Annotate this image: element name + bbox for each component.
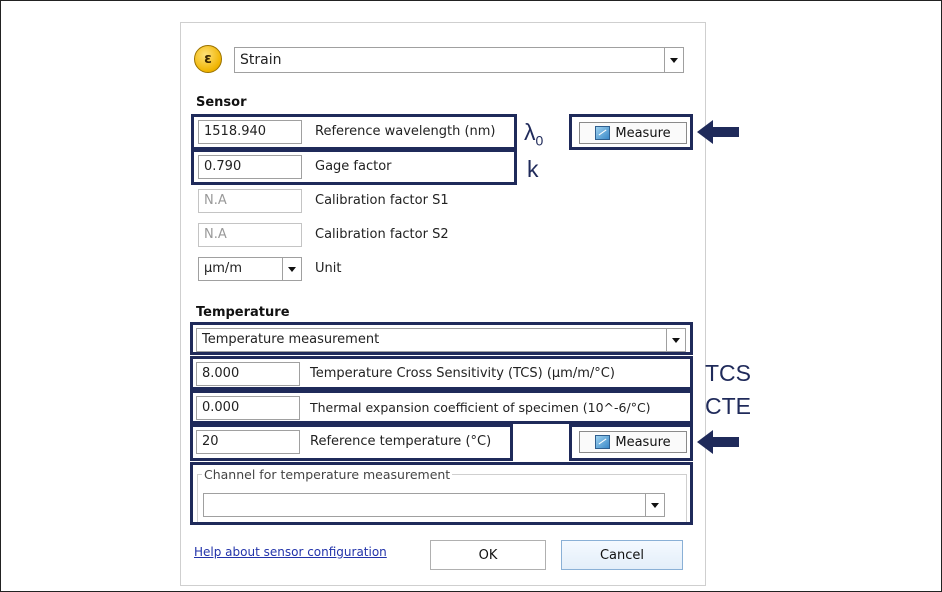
highlight-box-gage-factor (191, 149, 517, 185)
annotation-cte: CTE (705, 393, 751, 419)
annotation-lambda: λ (524, 119, 536, 145)
calibration-s1-input: N.A (198, 189, 302, 213)
unit-select-value: µm/m (204, 261, 242, 276)
highlight-box-cte (190, 390, 693, 424)
calibration-s1-label: Calibration factor S1 (315, 193, 449, 208)
arrow-left-icon (697, 430, 739, 454)
calibration-s2-label: Calibration factor S2 (315, 227, 449, 242)
annotation-tcs: TCS (705, 360, 751, 386)
highlight-box-reference-temperature (190, 424, 513, 461)
highlight-box-tcs (190, 356, 693, 390)
annotation-k: k (527, 156, 539, 182)
annotation-lambda-subscript: 0 (535, 132, 544, 149)
ok-button[interactable]: OK (430, 540, 546, 570)
sensor-heading: Sensor (196, 95, 247, 110)
highlight-box-temperature-mode (190, 322, 693, 355)
chevron-down-icon[interactable] (664, 48, 683, 72)
epsilon-icon: ε (194, 45, 222, 73)
highlight-box-channel (190, 462, 693, 525)
type-select[interactable]: Strain (234, 47, 684, 73)
type-select-value: Strain (240, 52, 282, 68)
highlight-box-measure-temperature (569, 424, 693, 461)
calibration-s2-input: N.A (198, 223, 302, 247)
ok-button-label: OK (478, 547, 498, 563)
annotation-lambda0: λ0 (524, 121, 543, 153)
highlight-box-measure-wavelength (569, 114, 693, 150)
cancel-button[interactable]: Cancel (561, 540, 683, 570)
unit-label: Unit (315, 261, 342, 276)
calibration-s1-value: N.A (204, 193, 227, 208)
unit-select[interactable]: µm/m (198, 257, 302, 281)
calibration-s2-value: N.A (204, 227, 227, 242)
cancel-button-label: Cancel (599, 547, 645, 563)
help-link[interactable]: Help about sensor configuration (194, 545, 387, 559)
epsilon-glyph: ε (204, 51, 212, 67)
chevron-down-icon[interactable] (282, 258, 301, 280)
temperature-heading: Temperature (196, 305, 290, 320)
highlight-box-wavelength (191, 114, 517, 150)
arrow-left-icon (697, 120, 739, 144)
